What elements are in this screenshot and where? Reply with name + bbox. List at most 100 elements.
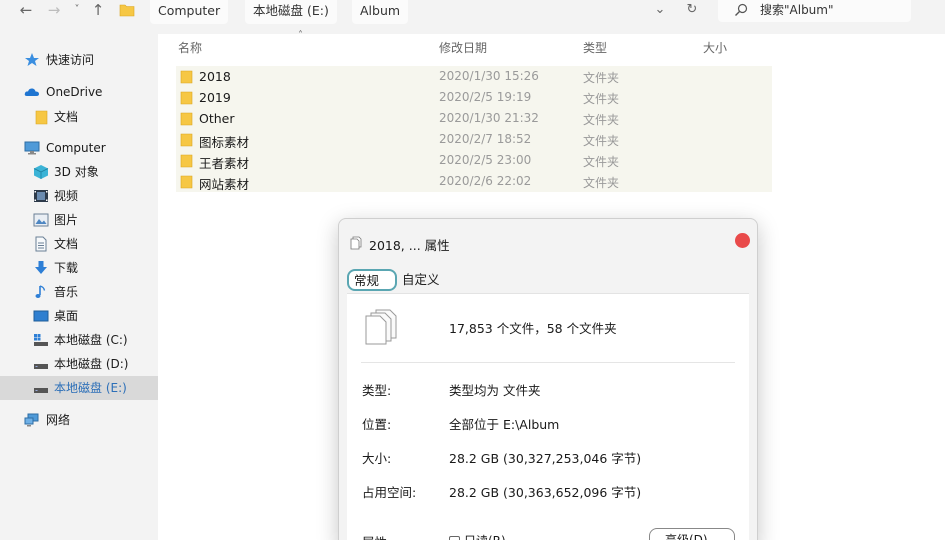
prop-label-type: 类型: xyxy=(362,383,392,398)
chevron-down-icon: ⌄ xyxy=(654,2,666,17)
sidebar-item-label: 文档 xyxy=(54,237,79,251)
up-button[interactable]: ↑ xyxy=(88,0,108,22)
dialog-title: 2018, ... 属性 xyxy=(369,238,450,253)
network-icon xyxy=(24,413,39,427)
table-row[interactable]: 2019 2020/2/5 19:19 文件夹 xyxy=(176,87,772,108)
sidebar-item-label: 本地磁盘 (E:) xyxy=(54,381,127,395)
general-panel: 17,853 个文件，58 个文件夹 类型: 类型均为 文件夹 位置: 全部位于… xyxy=(347,293,749,540)
file-date: 2020/1/30 21:32 xyxy=(439,111,539,125)
breadcrumb-drive-e[interactable]: 本地磁盘 (E:) xyxy=(245,0,337,24)
sidebar-item-documents[interactable]: 文档 xyxy=(0,232,158,256)
file-name: Other xyxy=(199,111,235,126)
folder-icon xyxy=(35,110,48,125)
forward-button[interactable]: → xyxy=(44,0,64,22)
file-folder-count: 17,853 个文件，58 个文件夹 xyxy=(449,321,617,336)
column-header-date[interactable]: 修改日期 xyxy=(439,39,487,56)
star-pin-icon xyxy=(25,53,39,66)
tab-customize[interactable]: 自定义 xyxy=(402,270,440,292)
cloud-icon xyxy=(24,88,39,96)
file-type: 文件夹 xyxy=(583,92,620,106)
back-arrow-icon: ← xyxy=(19,1,33,19)
file-name: 王者素材 xyxy=(199,156,250,171)
folder-icon xyxy=(180,112,193,126)
cube-icon xyxy=(33,165,49,179)
column-header-type[interactable]: 类型 xyxy=(583,39,607,56)
column-header-size[interactable]: 大小 xyxy=(703,39,727,56)
sidebar-item-onedrive[interactable]: OneDrive xyxy=(0,80,158,104)
sidebar-item-computer[interactable]: Computer xyxy=(0,136,158,160)
address-history-button[interactable]: ⌄ xyxy=(652,0,668,22)
sort-ascending-icon: ˄ xyxy=(298,30,303,41)
file-type: 文件夹 xyxy=(583,134,620,148)
document-icon xyxy=(35,236,47,252)
file-explorer-window: ← → ˅ ↑ Computer 本地磁盘 (E:) Album ⌄ ↻ 搜索"… xyxy=(0,0,945,540)
sidebar-item-videos[interactable]: 视频 xyxy=(0,184,158,208)
sidebar-item-quick-access[interactable]: 快速访问 xyxy=(0,48,158,72)
prop-label-attributes: 属性: xyxy=(362,532,391,540)
tab-general[interactable]: 常规 xyxy=(347,269,397,291)
sidebar-item-onedrive-documents[interactable]: 文档 xyxy=(0,105,158,129)
up-arrow-icon: ↑ xyxy=(91,1,105,19)
file-date: 2020/1/30 15:26 xyxy=(439,69,539,83)
folder-icon xyxy=(180,70,193,84)
computer-icon xyxy=(24,141,40,155)
refresh-button[interactable]: ↻ xyxy=(683,0,701,22)
sidebar-item-network[interactable]: 网络 xyxy=(0,408,158,432)
sidebar-item-label: 下载 xyxy=(54,261,79,275)
sidebar-item-label: 视频 xyxy=(54,189,79,203)
prop-label-size-on-disk: 占用空间: xyxy=(362,485,417,500)
file-date: 2020/2/5 23:00 xyxy=(439,153,532,167)
sidebar-item-label: 音乐 xyxy=(54,285,79,299)
sidebar-item-downloads[interactable]: 下载 xyxy=(0,256,158,280)
search-icon xyxy=(735,3,748,16)
table-row[interactable]: 图标素材 2020/2/7 18:52 文件夹 xyxy=(176,129,772,150)
prop-value-size-on-disk: 28.2 GB (30,363,652,096 字节) xyxy=(449,485,642,500)
desktop-icon xyxy=(33,310,49,322)
sidebar-item-desktop[interactable]: 桌面 xyxy=(0,304,158,328)
sidebar-item-3d-objects[interactable]: 3D 对象 xyxy=(0,160,158,184)
forward-arrow-icon: → xyxy=(47,1,61,19)
video-icon xyxy=(34,190,48,202)
breadcrumb-album[interactable]: Album xyxy=(352,0,409,24)
breadcrumb-computer[interactable]: Computer xyxy=(150,0,229,24)
recent-locations-button[interactable]: ˅ xyxy=(70,0,84,22)
table-row[interactable]: 网站素材 2020/2/6 22:02 文件夹 xyxy=(176,171,772,192)
readonly-checkbox[interactable] xyxy=(449,536,460,540)
drive-icon xyxy=(34,334,48,346)
file-type: 文件夹 xyxy=(583,176,620,190)
prop-value-size: 28.2 GB (30,327,253,046 字节) xyxy=(449,451,642,466)
file-name: 2019 xyxy=(199,90,231,105)
sidebar-item-label: 本地磁盘 (D:) xyxy=(54,357,129,371)
download-icon xyxy=(35,261,47,274)
table-row[interactable]: 王者素材 2020/2/5 23:00 文件夹 xyxy=(176,150,772,171)
advanced-button[interactable]: 高级(D)... xyxy=(649,528,735,540)
properties-dialog: 2018, ... 属性 常规 自定义 17,853 个文件，58 个文件夹 类… xyxy=(338,218,758,540)
music-icon xyxy=(35,285,46,298)
file-date: 2020/2/5 19:19 xyxy=(439,90,532,104)
column-header-name[interactable]: 名称 xyxy=(178,39,202,56)
search-input[interactable]: 搜索"Album" xyxy=(718,0,911,22)
drive-icon xyxy=(34,364,48,369)
sidebar-item-drive-c[interactable]: 本地磁盘 (C:) xyxy=(0,328,158,352)
sidebar-item-label: 文档 xyxy=(54,110,79,124)
prop-value-type: 类型均为 文件夹 xyxy=(449,383,541,398)
file-date: 2020/2/6 22:02 xyxy=(439,174,532,188)
close-button[interactable] xyxy=(735,233,750,248)
sidebar-item-drive-e[interactable]: 本地磁盘 (E:) xyxy=(0,376,158,400)
sidebar-item-drive-d[interactable]: 本地磁盘 (D:) xyxy=(0,352,158,376)
sidebar-item-label: 图片 xyxy=(54,213,79,227)
prop-value-location: 全部位于 E:\Album xyxy=(449,417,560,432)
sidebar-item-pictures[interactable]: 图片 xyxy=(0,208,158,232)
prop-label-location: 位置: xyxy=(362,417,392,432)
back-button[interactable]: ← xyxy=(16,0,36,22)
multiple-files-icon xyxy=(350,236,362,250)
sidebar-item-music[interactable]: 音乐 xyxy=(0,280,158,304)
folder-location-icon xyxy=(119,4,135,17)
toolbar: ← → ˅ ↑ Computer 本地磁盘 (E:) Album ⌄ ↻ 搜索"… xyxy=(0,0,945,34)
table-row[interactable]: 2018 2020/1/30 15:26 文件夹 xyxy=(176,66,772,87)
file-type: 文件夹 xyxy=(583,113,620,127)
file-type: 文件夹 xyxy=(583,155,620,169)
folder-icon xyxy=(180,91,193,105)
table-row[interactable]: Other 2020/1/30 21:32 文件夹 xyxy=(176,108,772,129)
file-name: 网站素材 xyxy=(199,177,250,192)
